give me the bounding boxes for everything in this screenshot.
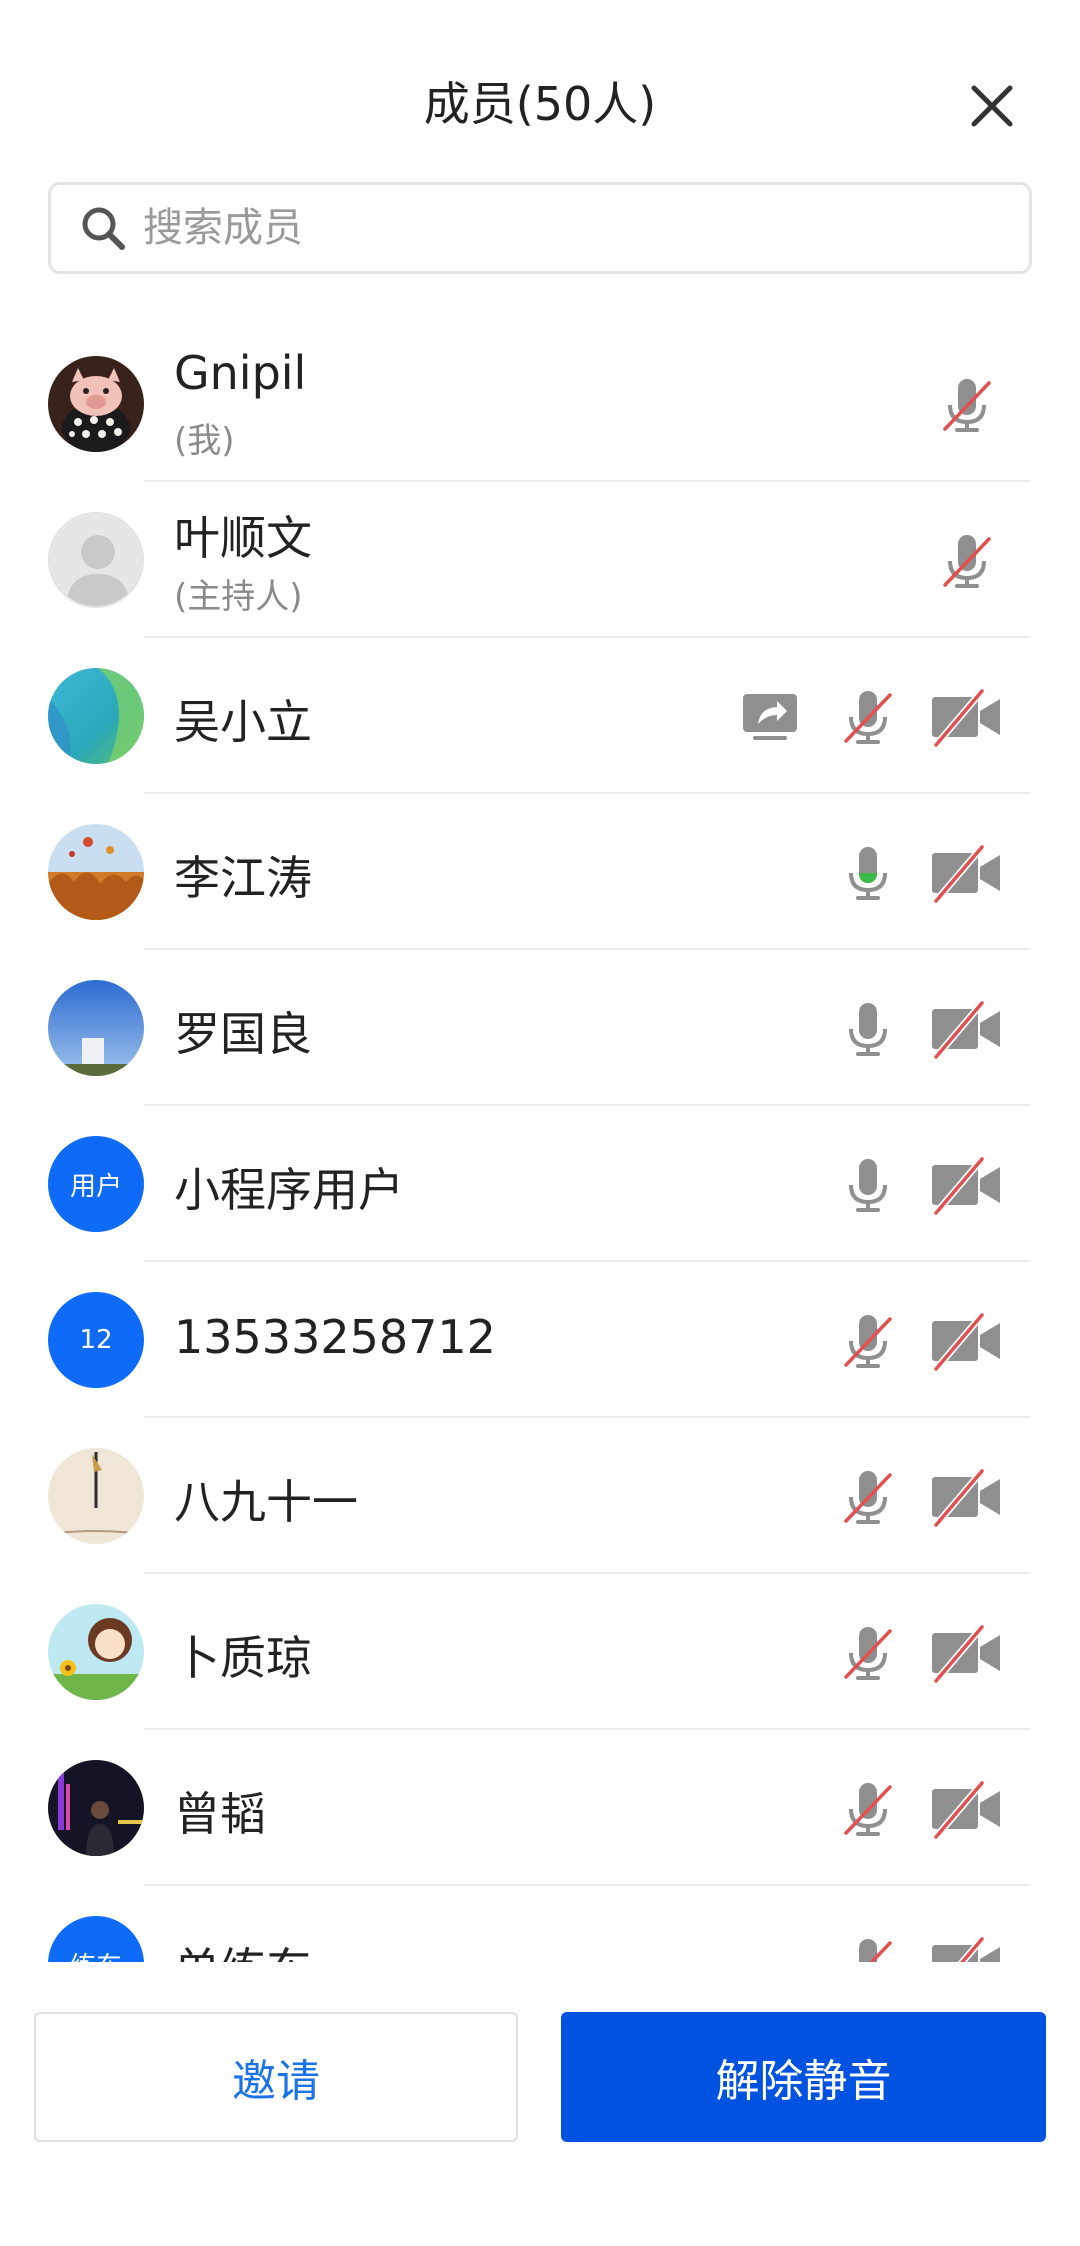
member-row[interactable]: 李江涛 <box>0 794 1080 950</box>
avatar: 练东 <box>48 1916 144 1962</box>
screen-share-icon <box>741 688 799 746</box>
avatar <box>48 980 144 1076</box>
panel-title: 成员(50人) <box>423 77 657 131</box>
camera-off-icon[interactable] <box>930 687 1002 748</box>
member-row[interactable]: 12 13533258712 <box>0 1262 1080 1418</box>
member-list[interactable]: Gnipil (我) 叶顺文 (主持人) 吴小立 李江涛 罗国良 用户 小程序用… <box>0 326 1080 1962</box>
camera-off-icon[interactable] <box>930 843 1002 904</box>
mic-muted-icon[interactable] <box>838 1935 898 1962</box>
avatar <box>48 1448 144 1544</box>
avatar <box>48 824 144 920</box>
unmute-all-button[interactable]: 解除静音 <box>561 2012 1046 2142</box>
member-name: 吴小立 <box>174 695 312 749</box>
camera-off-icon[interactable] <box>930 1467 1002 1528</box>
mic-icon[interactable] <box>838 999 898 1059</box>
member-row[interactable]: 八九十一 <box>0 1418 1080 1574</box>
member-row[interactable]: 练东 单练东 <box>0 1886 1080 1962</box>
mic-icon[interactable] <box>838 1155 898 1215</box>
member-row[interactable]: 用户 小程序用户 <box>0 1106 1080 1262</box>
member-row[interactable]: Gnipil (我) <box>0 326 1080 482</box>
camera-off-icon[interactable] <box>930 1623 1002 1684</box>
invite-button[interactable]: 邀请 <box>34 2012 518 2142</box>
member-name: 李江涛 <box>174 851 312 905</box>
member-name: 13533258712 <box>174 1310 496 1364</box>
member-name: 八九十一 <box>174 1475 358 1529</box>
member-row[interactable]: 罗国良 <box>0 950 1080 1106</box>
member-name: Gnipil <box>174 346 307 400</box>
member-row[interactable]: 卜质琼 <box>0 1574 1080 1730</box>
member-name: 叶顺文 <box>174 511 312 565</box>
mic-icon[interactable] <box>838 843 898 903</box>
mic-muted-icon[interactable] <box>937 531 997 591</box>
avatar <box>48 1604 144 1700</box>
members-panel: 成员(50人) Gnipil (我) 叶顺文 (主持人) <box>0 0 1080 2246</box>
avatar <box>48 512 144 608</box>
member-name: 曾韬 <box>174 1787 266 1841</box>
camera-off-icon[interactable] <box>930 1935 1002 1962</box>
camera-off-icon[interactable] <box>930 1311 1002 1372</box>
mic-muted-icon[interactable] <box>838 1467 898 1527</box>
avatar: 用户 <box>48 1136 144 1232</box>
avatar <box>48 668 144 764</box>
search-input[interactable] <box>141 204 1029 252</box>
mic-muted-icon[interactable] <box>838 1311 898 1371</box>
member-row[interactable]: 曾韬 <box>0 1730 1080 1886</box>
camera-off-icon[interactable] <box>930 1779 1002 1840</box>
member-row[interactable]: 吴小立 <box>0 638 1080 794</box>
member-role: (我) <box>174 421 235 461</box>
member-name: 罗国良 <box>174 1007 312 1061</box>
avatar <box>48 1760 144 1856</box>
member-role: (主持人) <box>174 577 303 617</box>
close-button[interactable] <box>964 78 1020 134</box>
mic-muted-icon[interactable] <box>838 1623 898 1683</box>
search-field[interactable] <box>48 182 1032 274</box>
avatar: 12 <box>48 1292 144 1388</box>
mic-muted-icon[interactable] <box>937 375 997 435</box>
close-icon <box>971 85 1013 127</box>
member-row[interactable]: 叶顺文 (主持人) <box>0 482 1080 638</box>
member-name: 卜质琼 <box>174 1631 312 1685</box>
mic-muted-icon[interactable] <box>838 687 898 747</box>
mic-muted-icon[interactable] <box>838 1779 898 1839</box>
camera-off-icon[interactable] <box>930 999 1002 1060</box>
search-icon <box>82 207 125 250</box>
avatar <box>48 356 144 452</box>
camera-off-icon[interactable] <box>930 1155 1002 1216</box>
member-name: 单练东 <box>174 1934 312 1962</box>
member-name: 小程序用户 <box>174 1163 404 1217</box>
